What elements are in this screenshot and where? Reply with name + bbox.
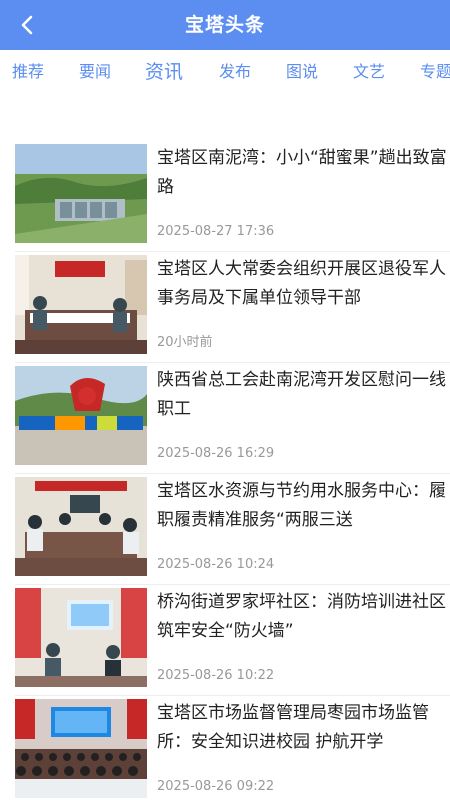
tab-culture[interactable]: 文艺 <box>353 50 385 94</box>
news-title: 陕西省总工会赴南泥湾开发区慰问一线职工 <box>157 370 446 419</box>
news-time: 2025-08-26 10:24 <box>157 557 275 572</box>
news-thumbnail <box>15 588 147 687</box>
page-title: 宝塔头条 <box>184 14 265 36</box>
news-item[interactable]: 桥沟街道罗家坪社区：消防培训进社区 筑牢安全“防火墙” 2025-08-26 1… <box>0 586 450 696</box>
news-title: 宝塔区南泥湾：小小“甜蜜果”趟出致富路 <box>157 148 447 197</box>
news-title: 宝塔区水资源与节约用水服务中心：履职履责精准服务“两服三送 <box>157 481 446 530</box>
tab-headlines[interactable]: 要闻 <box>79 50 111 94</box>
news-thumbnail <box>15 255 147 354</box>
divider <box>15 695 450 696</box>
tab-release[interactable]: 发布 <box>219 50 251 94</box>
news-title: 宝塔区市场监督管理局枣园市场监管所：安全知识进校园 护航开学 <box>157 703 429 752</box>
news-thumbnail <box>15 477 147 576</box>
tab-news[interactable]: 资讯 <box>145 50 183 94</box>
news-thumbnail <box>15 366 147 465</box>
news-time: 20小时前 <box>157 335 213 350</box>
news-thumbnail <box>15 699 147 798</box>
divider <box>15 584 450 585</box>
divider <box>15 362 450 363</box>
news-time: 2025-08-26 09:22 <box>157 779 275 794</box>
news-time: 2025-08-26 10:22 <box>157 668 275 683</box>
tab-recommend[interactable]: 推荐 <box>12 50 44 94</box>
divider <box>15 251 450 252</box>
tab-photo[interactable]: 图说 <box>286 50 318 94</box>
divider <box>15 473 450 474</box>
category-tabs: 推荐 要闻 资讯 发布 图说 文艺 专题 <box>0 50 450 94</box>
news-title: 宝塔区人大常委会组织开展区退役军人事务局及下属单位领导干部 <box>157 259 446 308</box>
news-time: 2025-08-27 17:36 <box>157 224 275 239</box>
news-item[interactable]: 陕西省总工会赴南泥湾开发区慰问一线职工 2025-08-26 16:29 <box>0 364 450 474</box>
app-header: 宝塔头条 <box>0 0 450 50</box>
news-item[interactable]: 宝塔区人大常委会组织开展区退役军人事务局及下属单位领导干部 20小时前 <box>0 253 450 363</box>
news-item[interactable]: 宝塔区市场监督管理局枣园市场监管所：安全知识进校园 护航开学 2025-08-2… <box>0 697 450 800</box>
news-thumbnail <box>15 144 147 243</box>
tab-special[interactable]: 专题 <box>420 50 450 94</box>
news-item[interactable]: 宝塔区水资源与节约用水服务中心：履职履责精准服务“两服三送 2025-08-26… <box>0 475 450 585</box>
news-title: 桥沟街道罗家坪社区：消防培训进社区 筑牢安全“防火墙” <box>157 592 446 641</box>
news-time: 2025-08-26 16:29 <box>157 446 275 461</box>
news-item[interactable]: 宝塔区南泥湾：小小“甜蜜果”趟出致富路 2025-08-27 17:36 <box>0 142 450 252</box>
